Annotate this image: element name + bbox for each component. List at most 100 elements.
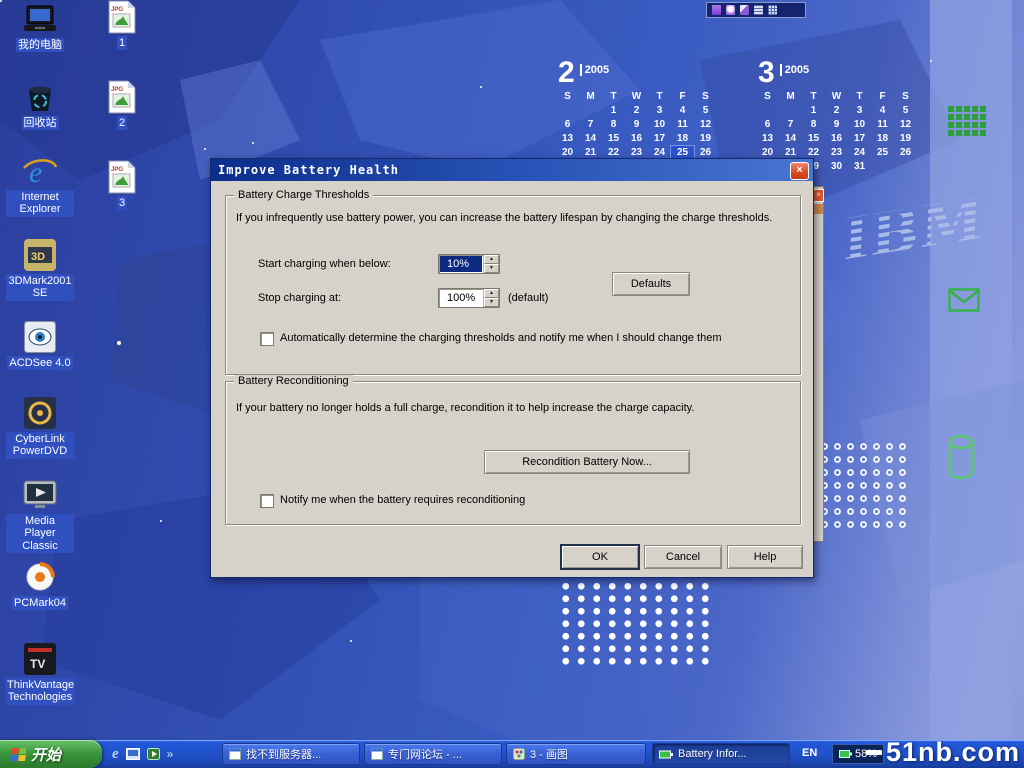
dialog-titlebar[interactable]: Improve Battery Health × [211,159,813,181]
icon-label: Media Player Classic [6,514,74,553]
calendar-header: 32005 [752,56,918,90]
task-label: 找不到服务器... [246,746,321,762]
help-button[interactable]: Help [727,545,803,569]
battery-reconditioning-group: Battery Reconditioning If your battery n… [225,381,801,525]
cancel-button[interactable]: Cancel [644,545,722,569]
calendar-weekday: W [625,90,648,104]
calendar-day: 9 [625,118,648,132]
notify-recondition-checkbox[interactable] [260,494,274,508]
calendar-weekday: T [648,90,671,104]
desktop-icon-3dmark2001[interactable]: 3D 3DMark2001 SE [6,238,74,301]
ok-button[interactable]: OK [561,545,639,569]
quick-launch-chevron-icon[interactable]: » [167,747,174,761]
task-label: 专门网论坛 - ... [388,746,462,762]
calendar-month: 2 [558,56,575,89]
spin-up-icon[interactable]: ▲ [484,255,499,264]
calendar-day [579,104,602,118]
calendar-day: 1 [802,104,825,118]
calendar-day: 6 [556,118,579,132]
auto-determine-checkbox[interactable] [260,332,274,346]
power-plug-icon[interactable] [712,5,721,15]
pcmark04-icon [23,560,57,594]
calendar-weekday: M [779,90,802,104]
spin-down-icon[interactable]: ▼ [484,298,499,307]
grid-icon[interactable] [768,5,777,15]
quick-launch-desktop-icon[interactable] [126,748,140,760]
task-label: Battery Infor... [678,748,746,760]
desktop-icon-recycle-bin[interactable]: 回收站 [6,80,74,130]
media-player-classic-icon [23,478,57,512]
recondition-battery-now-button[interactable]: Recondition Battery Now... [484,450,690,474]
calendar-day: 15 [602,132,625,146]
calendar-day: 31 [848,160,871,174]
calendar-day: 10 [648,118,671,132]
my-computer-icon [23,2,57,36]
spin-up-icon[interactable]: ▲ [484,289,499,298]
calendar-day: 11 [871,118,894,132]
calendar-day [871,160,894,174]
desktop-icon-media-player-classic[interactable]: Media Player Classic [6,478,74,553]
calendar-day: 14 [779,132,802,146]
pen-icon[interactable] [740,5,749,15]
defaults-button[interactable]: Defaults [612,272,690,296]
icon-label: 我的电脑 [16,38,64,52]
battery-icon [659,750,673,759]
calendar-day: 2 [625,104,648,118]
thresholds-description: If you infrequently use battery power, y… [236,212,772,224]
desktop-icon-jpg-1[interactable]: JPG 1 [88,0,156,50]
quick-launch-ie-icon[interactable]: e [112,746,119,763]
recycle-bin-icon [25,80,55,114]
calendar-day: 25 [871,146,894,160]
calendar-day: 19 [694,132,717,146]
stop-charging-label: Stop charging at: [258,292,341,304]
calendar-day [894,160,917,174]
desktop-icon-my-computer[interactable]: 我的电脑 [6,2,74,52]
desktop-icon-internet-explorer[interactable]: e Internet Explorer [6,154,74,217]
webpage-icon [229,748,241,760]
start-charging-value[interactable]: 10% [440,256,482,272]
calendar-day: 5 [894,104,917,118]
calendar-day: 13 [756,132,779,146]
start-button[interactable]: 开始 [0,740,102,768]
spin-down-icon[interactable]: ▼ [484,264,499,273]
desktop-icon-jpg-3[interactable]: JPG 3 [88,160,156,210]
wallpaper-dot-grid-right [818,440,912,534]
notify-recondition-checkbox-label[interactable]: Notify me when the battery requires reco… [280,494,525,506]
task-button-server-not-found[interactable]: 找不到服务器... [222,743,360,765]
calendar-weekday-row: SMTWTFS [552,90,718,104]
language-indicator[interactable]: EN [802,747,817,759]
calendar-day: 18 [871,132,894,146]
svg-text:JPG: JPG [111,167,123,173]
task-button-forum[interactable]: 专门网论坛 - ... [364,743,502,765]
desktop-icon-thinkvantage[interactable]: TV ThinkVantage Technologies [6,642,74,705]
start-charging-label: Start charging when below: [258,258,391,270]
calendar-weekday: T [602,90,625,104]
close-icon[interactable]: × [790,162,809,180]
calendar-day: 7 [579,118,602,132]
windows-flag-icon [8,747,26,762]
list-icon[interactable] [754,5,763,15]
quick-launch-player-icon[interactable] [147,748,160,760]
desktop-icon-pcmark04[interactable]: PCMark04 [6,560,74,610]
calendar-day: 2 [825,104,848,118]
icon-label: 3 [117,196,127,210]
calendar-weekday: F [671,90,694,104]
task-button-paint[interactable]: 3 - 画图 [506,743,646,765]
task-label: 3 - 画图 [530,746,568,762]
calendar-day: 8 [802,118,825,132]
icon-label: PCMark04 [12,596,68,610]
calendar-day: 30 [825,160,848,174]
task-button-battery-information[interactable]: Battery Infor... [652,743,790,765]
speaker-icon[interactable] [726,5,735,15]
desktop-icon-powerdvd[interactable]: CyberLink PowerDVD [6,396,74,459]
webpage-icon [371,748,383,760]
stop-charging-value[interactable]: 100% [439,289,483,307]
desktop-icon-acdsee[interactable]: ACDSee 4.0 [6,320,74,370]
calendar-day: 26 [894,146,917,160]
reconditioning-description: If your battery no longer holds a full c… [236,402,694,414]
auto-determine-checkbox-label[interactable]: Automatically determine the charging thr… [280,332,721,344]
calendar-day: 16 [825,132,848,146]
background-window-close-icon[interactable]: × [813,189,824,202]
calendar-day [779,104,802,118]
desktop-icon-jpg-2[interactable]: JPG 2 [88,80,156,130]
